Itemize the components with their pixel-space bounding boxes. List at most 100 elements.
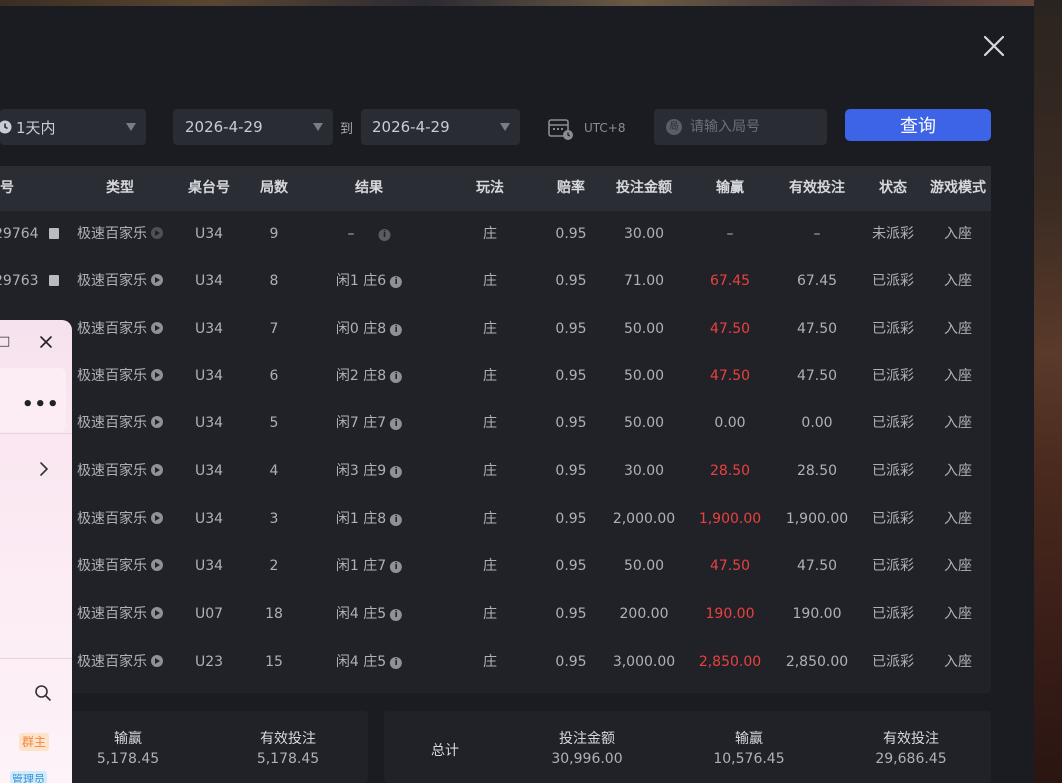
table-row[interactable]: 极速百家乐 U34 3 闲1 庄8 i 庄 0.95 2,000.00 1,900.00 1,90… xyxy=(0,496,991,543)
info-icon[interactable]: i xyxy=(390,371,403,383)
cell-result-text: 闲7 庄7 xyxy=(335,415,387,431)
info-icon[interactable]: i xyxy=(390,609,403,621)
table-row[interactable]: 29763 极速百家乐 U34 8 闲1 庄6i 庄 0.95 71.00 67.45 67.45… xyxy=(0,258,991,305)
query-button[interactable]: 查询 xyxy=(845,109,991,141)
cell-odds-text: 0.95 xyxy=(555,415,587,431)
total-winloss-label: 输赢 xyxy=(735,731,763,747)
play-replay-icon[interactable] xyxy=(151,369,163,381)
cell-result-text: 闲1 庄6 xyxy=(335,273,387,289)
cell-winloss: 2,850.00 xyxy=(699,639,761,686)
cell-table-text: U34 xyxy=(194,558,224,574)
info-icon[interactable]: i xyxy=(390,276,403,288)
close-icon[interactable] xyxy=(980,32,1008,60)
round-number-input[interactable] xyxy=(690,109,820,145)
cell-result-text: 闲4 庄5 xyxy=(335,654,387,670)
cell-valid-text: 28.50 xyxy=(796,463,838,479)
end-date-select[interactable]: 2026-4-29 xyxy=(361,109,520,145)
play-replay-icon[interactable] xyxy=(151,416,163,428)
play-replay-icon[interactable] xyxy=(151,464,163,476)
cell-mode-text: 入座 xyxy=(944,273,972,289)
info-icon[interactable]: i xyxy=(378,229,391,241)
table-row[interactable]: 极速百家乐 U34 5 闲7 庄7 i 庄 0.95 50.00 0.00 0.00 已派彩 入座 xyxy=(0,400,991,447)
copy-icon[interactable] xyxy=(48,228,59,239)
cell-type-text: 极速百家乐 xyxy=(77,463,147,479)
cell-bet-type: 庄 xyxy=(483,306,497,353)
cell-bet-type: 庄 xyxy=(483,639,497,686)
cell-bet-type: 庄 xyxy=(483,591,497,638)
cell-result: 闲1 庄8 i xyxy=(336,496,403,543)
cell-winloss: 190.00 xyxy=(706,591,755,638)
cell-mode: 入座 xyxy=(944,211,972,258)
cell-status-text: 已派彩 xyxy=(872,558,914,574)
cell-result: 闲7 庄7 i xyxy=(335,400,403,447)
cell-table-text: U34 xyxy=(194,226,224,242)
cell-status: 已派彩 xyxy=(872,639,914,686)
info-icon[interactable]: i xyxy=(390,561,403,573)
copy-icon[interactable] xyxy=(48,275,59,286)
play-replay-icon[interactable] xyxy=(151,607,163,619)
cell-round: 3 xyxy=(270,496,279,543)
play-replay-icon[interactable] xyxy=(151,322,163,334)
cell-type: 极速百家乐 xyxy=(77,306,163,353)
play-replay-icon[interactable] xyxy=(151,559,163,571)
table-row[interactable]: 极速百家乐 U34 7 闲0 庄8 i 庄 0.95 50.00 47.50 47.50 已派彩 入座 xyxy=(0,306,991,353)
cell-round-text: 2 xyxy=(269,558,279,574)
table-row[interactable]: 极速百家乐 U23 15 闲4 庄5 i 庄 0.95 3,000.00 2,850.00 2,8… xyxy=(0,639,991,686)
cell-type-text: 极速百家乐 xyxy=(77,368,147,384)
cell-table: U34 xyxy=(195,211,223,258)
table-row[interactable]: 极速百家乐 U07 18 闲4 庄5 i 庄 0.95 200.00 190.00 190.00 已… xyxy=(0,591,991,638)
column-header: 号 xyxy=(0,180,14,196)
cell-amount: 200.00 xyxy=(620,591,669,638)
cell-bet-type: 庄 xyxy=(483,448,497,495)
search-icon[interactable] xyxy=(34,684,52,702)
cell-type-text: 极速百家乐 xyxy=(77,321,147,337)
cell-result-text: 闲3 庄9 xyxy=(335,463,387,479)
start-date-select[interactable]: 2026-4-29 xyxy=(173,109,333,145)
table-row[interactable]: 极速百家乐 U34 2 闲1 庄7 i 庄 0.95 50.00 47.50 47.50 已派彩 入座 xyxy=(0,543,991,590)
cell-winloss: 47.50 xyxy=(710,306,750,353)
info-icon[interactable]: i xyxy=(390,324,403,336)
cell-result: 闲0 庄8 i xyxy=(336,306,403,353)
chevron-right-icon[interactable] xyxy=(37,461,51,477)
cell-mode-text: 入座 xyxy=(944,321,972,337)
cell-status: 已派彩 xyxy=(872,496,914,543)
cell-bet-type-text: 庄 xyxy=(483,321,497,337)
cell-valid: 190.00 xyxy=(793,591,842,638)
cell-status-text: 已派彩 xyxy=(872,368,914,384)
play-replay-icon[interactable] xyxy=(151,512,163,524)
table-row[interactable]: 29764极速百家乐U349–i庄0.9530.00––未派彩入座 xyxy=(0,211,991,258)
cell-bet-type-text: 庄 xyxy=(483,558,497,574)
table-row[interactable]: 极速百家乐 U34 6 闲2 庄8 i 庄 0.95 50.00 47.50 47.50 已派彩 入座 xyxy=(0,353,991,400)
more-icon[interactable]: ••• xyxy=(22,394,60,415)
cell-bet-type: 庄 xyxy=(483,496,497,543)
column-header: 玩法 xyxy=(476,180,504,196)
cell-valid-text: 0.00 xyxy=(801,415,833,431)
calendar-clock-icon[interactable] xyxy=(548,117,574,141)
play-replay-icon[interactable] xyxy=(151,274,163,286)
timezone-label: UTC+8 xyxy=(584,121,626,135)
time-range-select[interactable]: 1天内 xyxy=(0,109,146,145)
cell-result-text: – xyxy=(347,226,355,242)
info-icon[interactable]: i xyxy=(390,514,403,526)
cell-amount-text: 200.00 xyxy=(619,606,669,622)
info-icon[interactable]: i xyxy=(390,466,403,478)
table-row[interactable]: 极速百家乐 U34 4 闲3 庄9 i 庄 0.95 30.00 28.50 28.50 已派彩 入座 xyxy=(0,448,991,495)
round-badge-icon: 局 xyxy=(666,119,682,135)
cell-round-text: 7 xyxy=(269,321,279,337)
info-icon[interactable]: i xyxy=(390,418,403,430)
cell-result: 闲1 庄6 i xyxy=(335,258,403,305)
cell-odds: 0.95 xyxy=(555,543,586,590)
cell-round-text: 9 xyxy=(269,226,279,242)
cell-table: U34 xyxy=(195,543,223,590)
cell-table-text: U34 xyxy=(194,321,224,337)
round-search-box[interactable]: 局 xyxy=(654,109,827,145)
cell-status: 已派彩 xyxy=(872,306,914,353)
play-replay-icon[interactable] xyxy=(151,655,163,667)
close-icon[interactable] xyxy=(39,335,53,349)
play-replay-icon[interactable] xyxy=(151,227,163,239)
cell-result: 闲3 庄9 i xyxy=(335,448,403,495)
chevron-down-icon xyxy=(126,123,136,131)
cell-odds: 0.95 xyxy=(555,400,586,447)
cell-amount: 3,000.00 xyxy=(613,639,675,686)
info-icon[interactable]: i xyxy=(390,657,403,669)
